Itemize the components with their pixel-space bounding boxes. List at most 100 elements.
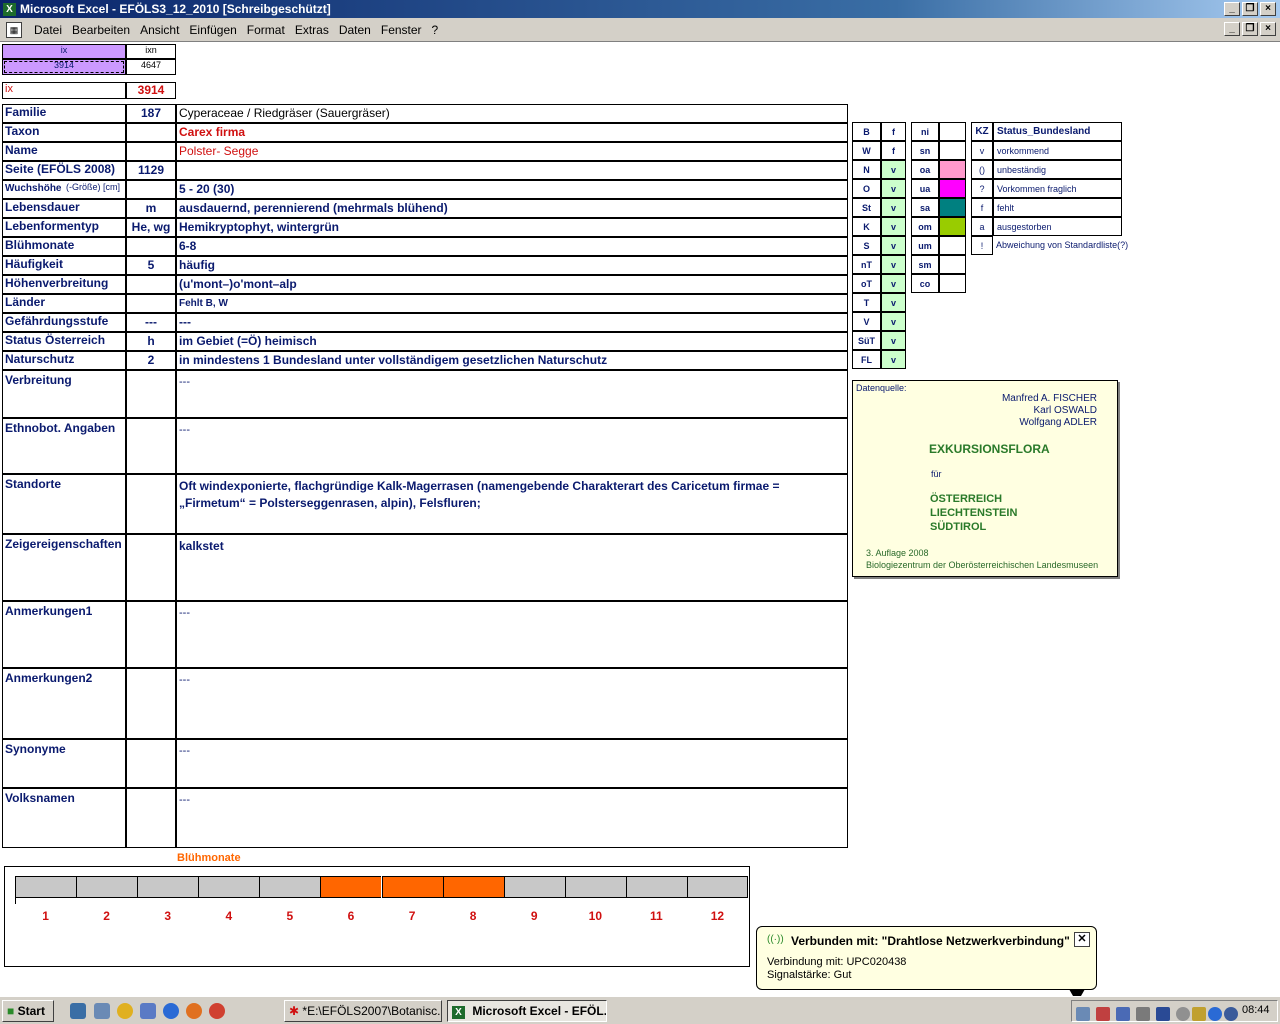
region-status[interactable]: f (881, 122, 906, 141)
taskbar-item-paint[interactable]: ✱ *E:\EFÖLS2007\Botanisc... (284, 1000, 442, 1022)
region-status[interactable]: v (881, 255, 906, 274)
row-number[interactable] (126, 294, 176, 313)
maximize-button[interactable]: ❐ (1242, 2, 1258, 16)
quicklaunch-desktop-icon[interactable] (94, 1003, 110, 1019)
menu-help[interactable]: ? (432, 23, 439, 37)
text-row-label[interactable]: Zeigereigenschaften (2, 534, 126, 601)
text-row-value[interactable]: Oft windexponierte, flachgründige Kalk-M… (176, 474, 848, 534)
doc-minimize-button[interactable]: _ (1224, 22, 1240, 36)
zone-code[interactable]: sm (911, 255, 939, 274)
quicklaunch-ie-icon[interactable] (70, 1003, 86, 1019)
shield-tray-icon[interactable] (1156, 1007, 1170, 1021)
doc-close-button[interactable]: × (1260, 22, 1276, 36)
row-value[interactable]: Hemikryptophyt, wintergrün (176, 218, 848, 237)
text-row-blank[interactable] (126, 370, 176, 418)
region-status[interactable]: v (881, 274, 906, 293)
source-box[interactable]: Datenquelle: Manfred A. FISCHER Karl OSW… (852, 380, 1118, 577)
menu-ansicht[interactable]: Ansicht (140, 23, 179, 37)
legend-kz[interactable]: () (971, 160, 993, 179)
row-value[interactable]: Polster- Segge (176, 142, 848, 161)
row-number[interactable]: h (126, 332, 176, 351)
zone-color-swatch[interactable] (939, 236, 966, 255)
network-notification[interactable]: ((·)) Verbunden mit: "Drahtlose Netzwerk… (756, 926, 1097, 1003)
minimize-button[interactable]: _ (1224, 2, 1240, 16)
region-status[interactable]: v (881, 236, 906, 255)
text-row-blank[interactable] (126, 739, 176, 788)
row-value[interactable]: in mindestens 1 Bundesland unter vollstä… (176, 351, 848, 370)
row-label[interactable]: Familie (2, 104, 126, 123)
text-row-value[interactable]: --- (176, 788, 848, 848)
row-label[interactable]: Status Österreich (2, 332, 126, 351)
row-label[interactable]: Seite (EFÖLS 2008) (2, 161, 126, 180)
region-code[interactable]: B (852, 122, 881, 141)
row-label[interactable]: Höhenverbreitung (2, 275, 126, 294)
text-row-blank[interactable] (126, 601, 176, 668)
region-code[interactable]: T (852, 293, 881, 312)
row-number[interactable]: 1129 (126, 161, 176, 180)
region-status[interactable]: v (881, 179, 906, 198)
text-row-label[interactable]: Standorte (2, 474, 126, 534)
quicklaunch-browser-icon[interactable] (163, 1003, 179, 1019)
quicklaunch-firefox-icon[interactable] (186, 1003, 202, 1019)
region-status[interactable]: f (881, 141, 906, 160)
update-tray-icon[interactable] (1192, 1007, 1206, 1021)
text-row-label[interactable]: Anmerkungen1 (2, 601, 126, 668)
ix-value-cell[interactable]: 3914 (2, 59, 126, 75)
region-code[interactable]: FL (852, 350, 881, 369)
bloom-month-bar[interactable] (564, 876, 626, 898)
row-value[interactable]: 6-8 (176, 237, 848, 256)
region-code[interactable]: O (852, 179, 881, 198)
text-row-label[interactable]: Ethnobot. Angaben (2, 418, 126, 474)
zone-code[interactable]: ua (911, 179, 939, 198)
row-label[interactable]: Blühmonate (2, 237, 126, 256)
menu-bearbeiten[interactable]: Bearbeiten (72, 23, 130, 37)
menu-format[interactable]: Format (247, 23, 285, 37)
legend-text[interactable]: fehlt (993, 198, 1122, 217)
quicklaunch-chrome-icon[interactable] (209, 1003, 225, 1019)
bloom-chart[interactable]: 1 2 3 4 5 6 7 8 9 10 11 12 (4, 866, 750, 967)
zone-color-swatch[interactable] (939, 217, 966, 236)
zone-code[interactable]: sn (911, 141, 939, 160)
row-label[interactable]: Naturschutz (2, 351, 126, 370)
row-number[interactable] (126, 123, 176, 142)
zone-color-swatch[interactable] (939, 274, 966, 293)
bloom-month-bar[interactable] (76, 876, 138, 898)
window-title-bar[interactable]: X Microsoft Excel - EFÖLS3_12_2010 [Schr… (0, 0, 1280, 18)
text-row-blank[interactable] (126, 534, 176, 601)
zone-color-swatch[interactable] (939, 198, 966, 217)
region-code[interactable]: V (852, 312, 881, 331)
row-label[interactable]: Name (2, 142, 126, 161)
worksheet[interactable]: ix ixn 3914 4647 ix 3914 Familie 187 Cyper… (0, 42, 1280, 1003)
text-row-value[interactable]: --- (176, 370, 848, 418)
bloom-month-bar[interactable] (198, 876, 260, 898)
bloom-month-bar[interactable] (381, 876, 443, 898)
zone-code[interactable]: sa (911, 198, 939, 217)
text-row-value[interactable]: --- (176, 668, 848, 739)
bloom-month-bar[interactable] (503, 876, 565, 898)
bloom-month-bar[interactable] (625, 876, 687, 898)
row-value[interactable]: 5 - 20 (30) (176, 180, 848, 199)
row-label[interactable]: Gefährdungsstufe (2, 313, 126, 332)
bloom-month-bar[interactable] (686, 876, 748, 898)
row-number[interactable] (126, 275, 176, 294)
ixn-header[interactable]: ixn (126, 44, 176, 59)
row-number[interactable]: 187 (126, 104, 176, 123)
row-value[interactable]: häufig (176, 256, 848, 275)
region-status[interactable]: v (881, 312, 906, 331)
legend-kz[interactable]: a (971, 217, 993, 236)
zone-color-swatch[interactable] (939, 141, 966, 160)
quicklaunch-media-icon[interactable] (117, 1003, 133, 1019)
security-tray-icon[interactable] (1096, 1007, 1110, 1021)
ix-header[interactable]: ix (2, 44, 126, 59)
text-row-value[interactable]: --- (176, 739, 848, 788)
zone-code[interactable]: om (911, 217, 939, 236)
legend-text[interactable]: Abweichung von Standardliste(?) (993, 236, 1143, 255)
legend-kz[interactable]: f (971, 198, 993, 217)
region-code[interactable]: SüT (852, 331, 881, 350)
menu-extras[interactable]: Extras (295, 23, 329, 37)
region-status[interactable]: v (881, 198, 906, 217)
region-status[interactable]: v (881, 160, 906, 179)
app-tray-icon[interactable] (1224, 1007, 1238, 1021)
row-value[interactable]: Fehlt B, W (176, 294, 848, 313)
zone-code[interactable]: co (911, 274, 939, 293)
